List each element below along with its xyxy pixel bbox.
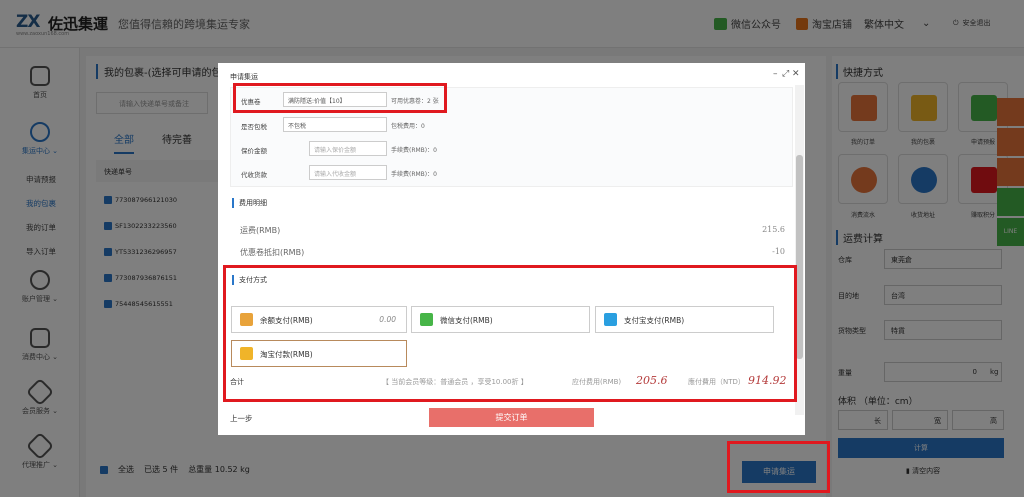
- highlight-apply-button: [727, 441, 830, 493]
- modal-title: 申请集运: [230, 73, 258, 81]
- back-button[interactable]: 上一步: [230, 413, 253, 424]
- discount-value: -10: [772, 247, 785, 256]
- minimize-icon[interactable]: –: [773, 69, 778, 79]
- maximize-icon[interactable]: ⤢: [782, 69, 789, 79]
- close-icon[interactable]: ✕: [792, 69, 800, 79]
- highlight-payment: [223, 265, 797, 402]
- fee-section-title: 费用明细: [232, 198, 267, 208]
- submit-order-button[interactable]: 提交订单: [429, 408, 594, 427]
- tax-select[interactable]: 不包税: [283, 117, 387, 132]
- freight-row: 运费(RMB) 215.6: [240, 225, 785, 235]
- collect-input[interactable]: 请输入代收金额: [309, 165, 387, 180]
- scroll-thumb[interactable]: [796, 155, 803, 359]
- highlight-coupon: [233, 83, 447, 113]
- discount-row: 优惠卷抵扣(RMB) -10: [240, 247, 785, 257]
- freight-value: 215.6: [762, 225, 785, 234]
- insure-input[interactable]: 请输入保价金额: [309, 141, 387, 156]
